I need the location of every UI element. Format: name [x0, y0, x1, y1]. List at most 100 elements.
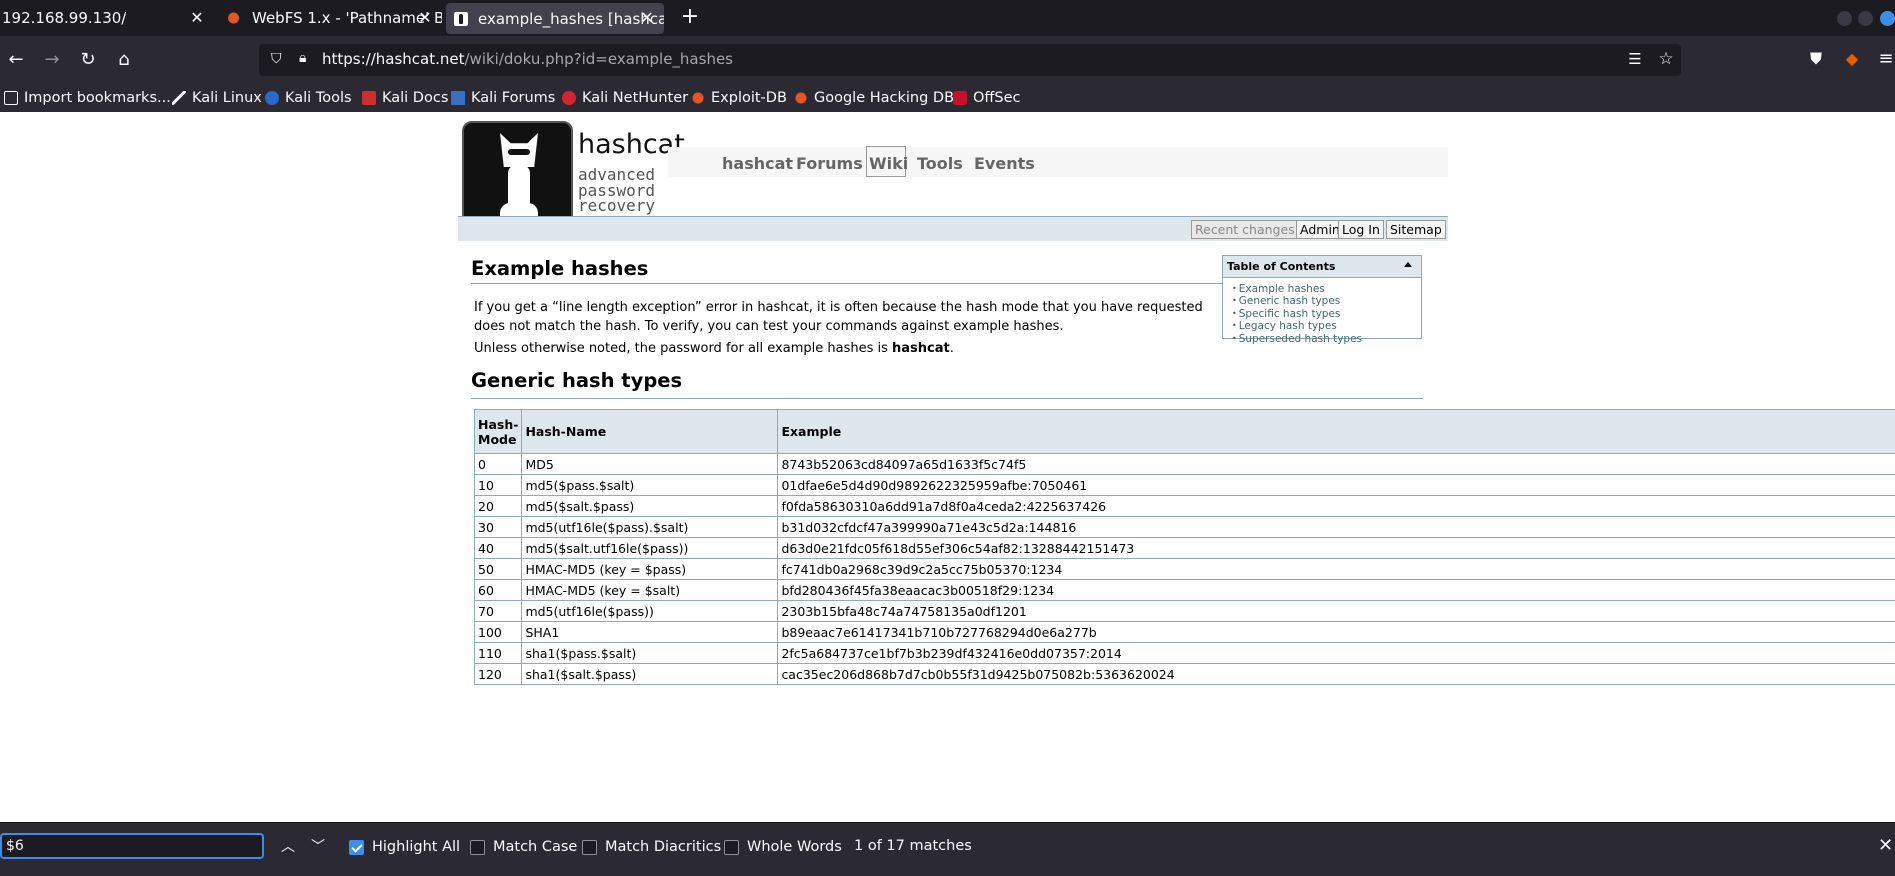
table-row: 10 md5($pass.$salt) 01dfae6e5d4d90d9892622… — [473, 474, 1895, 496]
find-next-chevron-down-icon[interactable]: ﹀ — [307, 836, 329, 858]
bookmark-import[interactable]: Import bookmarks... — [4, 87, 171, 109]
cell-hash-mode: 10 — [473, 474, 523, 496]
column-header-example: Example — [777, 409, 1895, 454]
cell-hash-name: sha1($pass.$salt) — [521, 642, 779, 664]
nav-link-hashcat[interactable]: hashcat — [722, 154, 793, 173]
toc-link-specific-hash-types[interactable]: Specific hash types — [1232, 308, 1421, 320]
checkbox-icon[interactable] — [582, 839, 597, 855]
default-password: hashcat — [892, 341, 950, 356]
bookmark-label: Kali NetHunter — [582, 90, 689, 106]
nav-link-forums[interactable]: Forums — [796, 154, 863, 173]
close-find-bar-icon[interactable]: ✕ — [1878, 835, 1895, 856]
find-previous-chevron-up-icon[interactable]: ︿ — [277, 836, 299, 858]
sitemap-button[interactable]: Sitemap — [1386, 220, 1446, 239]
bookmarks-toolbar: Import bookmarks... Kali Linux Kali Tool… — [0, 84, 1895, 112]
close-tab-icon[interactable]: ✕ — [188, 9, 206, 27]
back-arrow-icon[interactable]: ← — [4, 48, 28, 72]
bookmark-label: Kali Forums — [471, 90, 556, 106]
bookmark-kali-tools[interactable]: Kali Tools — [265, 87, 352, 109]
url-text[interactable]: https://hashcat.net/wiki/doku.php?id=exa… — [322, 50, 733, 68]
toc-header[interactable]: Table of Contents — [1223, 256, 1421, 278]
reload-icon[interactable]: ↻ — [76, 48, 100, 72]
toc-collapse-icon[interactable] — [1404, 262, 1412, 267]
bookmark-label: OffSec — [973, 90, 1021, 106]
bookmark-kali-nethunter[interactable]: Kali NetHunter — [562, 87, 688, 109]
home-icon[interactable]: ⌂ — [112, 48, 136, 72]
cell-hash-mode: 50 — [473, 558, 523, 580]
nav-link-tools[interactable]: Tools — [917, 154, 963, 173]
cell-hash-name: md5($pass.$salt) — [521, 474, 779, 496]
cell-example: 2fc5a684737ce1bf7b3b239df432416e0dd07357… — [777, 642, 1895, 664]
table-row: 70 md5(utf16le($pass)) 2303b15bfa48c74a747… — [473, 600, 1895, 622]
forward-arrow-icon[interactable]: → — [40, 48, 64, 72]
hashcat-logo[interactable] — [462, 121, 573, 230]
bookmark-offsec[interactable]: OffSec — [953, 87, 1021, 109]
checkbox-checked-icon[interactable] — [349, 839, 364, 855]
close-tab-icon[interactable]: ✕ — [416, 9, 434, 27]
find-input[interactable] — [0, 833, 264, 859]
pocket-icon[interactable]: ⛊ — [1806, 49, 1826, 69]
match-diacritics-checkbox[interactable]: Match Diacritics — [582, 836, 721, 858]
checkbox-icon[interactable] — [724, 839, 739, 855]
cell-example: cac35ec206d868b7d7cb0b55f31d9425b075082b… — [777, 663, 1895, 685]
offsec-icon — [953, 91, 967, 105]
nav-link-wiki[interactable]: Wiki — [866, 154, 908, 173]
kali-docs-icon — [362, 91, 376, 105]
cell-example: b31d032cfdcf47a399990a71e43c5d2a:144816 — [777, 516, 1895, 538]
login-button[interactable]: Log In — [1338, 220, 1384, 239]
tab-webfs[interactable]: WebFS 1.x - 'Pathname' B ✕ — [220, 0, 442, 36]
highlight-all-checkbox[interactable]: Highlight All — [349, 836, 460, 858]
tab-label: example_hashes [hashcat — [478, 9, 664, 28]
lock-icon[interactable]: 🔒︎ — [299, 50, 313, 68]
recent-changes-button[interactable]: Recent changes — [1191, 220, 1299, 239]
app-menu-icon[interactable]: ≡ — [1876, 48, 1895, 69]
admin-button[interactable]: Admin — [1296, 220, 1344, 239]
close-tab-icon[interactable]: ✕ — [638, 9, 656, 27]
web-page: hashcat advanced password recovery hashc… — [0, 112, 1895, 822]
cell-example: 2303b15bfa48c74a74758135a0df1201 — [777, 600, 1895, 622]
toc-title: Table of Contents — [1227, 260, 1336, 273]
firefox-account-icon[interactable]: ◆ — [1842, 49, 1862, 69]
find-bar: ︿ ﹀ Highlight All Match Case Match Diacr… — [0, 822, 1895, 866]
toc-link-legacy-hash-types[interactable]: Legacy hash types — [1232, 320, 1421, 332]
bookmark-google-hacking-db[interactable]: Google Hacking DB — [794, 87, 954, 109]
cell-hash-mode: 70 — [473, 600, 523, 622]
bookmark-label: Kali Tools — [285, 90, 352, 106]
hashcat-favicon-icon — [454, 11, 468, 26]
section-heading-generic: Generic hash types — [471, 369, 1423, 399]
match-case-checkbox[interactable]: Match Case — [470, 836, 577, 858]
nav-link-events[interactable]: Events — [974, 154, 1035, 173]
table-row: 40 md5($salt.utf16le($pass)) d63d0e21fdc05… — [473, 537, 1895, 559]
cell-hash-name: HMAC-MD5 (key = $pass) — [521, 558, 779, 580]
kali-tools-icon — [265, 91, 279, 105]
cell-example: 8743b52063cd84097a65d1633f5c74f5 — [777, 453, 1895, 475]
new-tab-plus-icon[interactable]: + — [678, 6, 702, 30]
url-host: https://hashcat.net — [322, 50, 465, 68]
column-header-hash-mode: Hash-Mode — [473, 409, 523, 454]
window-maximize-button[interactable] — [1858, 11, 1873, 26]
bookmark-exploit-db[interactable]: Exploit-DB — [691, 87, 787, 109]
site-tagline: advanced password recovery — [578, 165, 656, 215]
bookmark-kali-forums[interactable]: Kali Forums — [451, 87, 555, 109]
whole-words-checkbox[interactable]: Whole Words — [724, 836, 842, 858]
window-close-button[interactable] — [1880, 11, 1895, 26]
bookmark-kali-linux[interactable]: Kali Linux — [172, 87, 262, 109]
window-minimize-button[interactable] — [1837, 11, 1852, 26]
tracking-shield-icon[interactable]: ⛉ — [271, 51, 285, 68]
tab-ip[interactable]: 192.168.99.130/ ✕ — [0, 0, 214, 36]
toc-link-superseded-hash-types[interactable]: Superseded hash types — [1232, 333, 1421, 345]
tab-example-hashes[interactable]: example_hashes [hashcat ✕ — [446, 3, 664, 34]
nethunter-icon — [562, 91, 576, 105]
cell-hash-mode: 60 — [473, 579, 523, 601]
toc-link-example-hashes[interactable]: Example hashes — [1232, 283, 1421, 295]
cell-example: f0fda58630310a6dd91a7d8f0a4ceda2:4225637… — [777, 495, 1895, 517]
kali-icon — [172, 91, 186, 105]
toc-link-generic-hash-types[interactable]: Generic hash types — [1232, 295, 1421, 307]
bookmark-kali-docs[interactable]: Kali Docs — [362, 87, 448, 109]
cell-hash-name: md5($salt.$pass) — [521, 495, 779, 517]
bookmark-star-icon[interactable]: ☆ — [1656, 49, 1676, 69]
checkbox-icon[interactable] — [470, 839, 485, 855]
address-bar[interactable]: ⛉ 🔒︎ https://hashcat.net/wiki/doku.php?i… — [259, 44, 1681, 76]
cell-hash-name: md5(utf16le($pass)) — [521, 600, 779, 622]
reader-view-icon[interactable]: ☰ — [1626, 50, 1644, 70]
